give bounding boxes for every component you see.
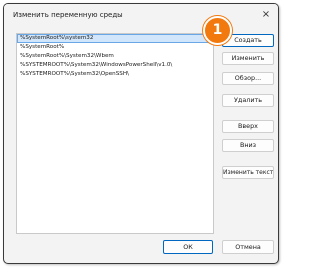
edit-text-button[interactable]: Изменить текст... bbox=[222, 166, 274, 179]
title-bar: Изменить переменную среды × bbox=[4, 4, 278, 28]
list-item-1[interactable]: %SystemRoot%\system32 bbox=[17, 34, 213, 43]
delete-button[interactable]: Удалить bbox=[222, 94, 274, 107]
list-item-4[interactable]: %SYSTEMROOT%\System32\WindowsPowerShell\… bbox=[17, 61, 213, 70]
close-icon[interactable]: × bbox=[258, 7, 274, 23]
move-up-button[interactable]: Вверх bbox=[222, 120, 274, 133]
edit-environment-variable-dialog: Изменить переменную среды × %SystemRoot%… bbox=[3, 3, 279, 264]
cancel-button[interactable]: Отмена bbox=[222, 240, 274, 254]
list-item-5[interactable]: %SYSTEMROOT%\System32\OpenSSH\ bbox=[17, 70, 213, 79]
step-number-badge: 1 bbox=[203, 16, 232, 45]
list-item-3[interactable]: %SystemRoot%\System32\Wbem bbox=[17, 52, 213, 61]
edit-button[interactable]: Изменить bbox=[222, 52, 274, 65]
move-down-button[interactable]: Вниз bbox=[222, 139, 274, 152]
ok-button[interactable]: ОК bbox=[163, 240, 213, 254]
dialog-title: Изменить переменную среды bbox=[13, 11, 123, 19]
browse-button[interactable]: Обзор... bbox=[222, 72, 274, 85]
list-item-2[interactable]: %SystemRoot% bbox=[17, 43, 213, 52]
path-list[interactable]: %SystemRoot%\system32 %SystemRoot% %Syst… bbox=[16, 33, 214, 234]
